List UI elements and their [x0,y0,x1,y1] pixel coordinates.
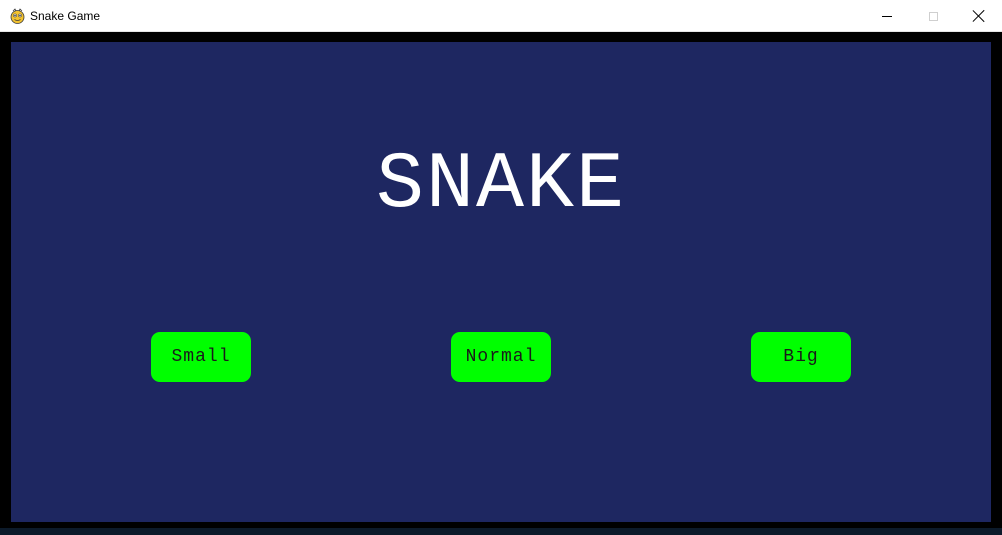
game-title: SNAKE [375,140,627,231]
minimize-button[interactable] [864,0,910,32]
background-window-strip [0,528,1002,535]
close-icon [973,10,985,22]
pygame-snake-icon [10,8,25,24]
game-canvas: SNAKE Small Normal Big [11,42,991,522]
minimize-icon [882,15,892,17]
maximize-icon [928,11,938,21]
title-bar[interactable]: Snake Game [0,0,1002,32]
app-window: Snake Game SNAKE Small Normal Big [0,0,1002,535]
window-title: Snake Game [30,9,101,23]
close-button[interactable] [956,0,1002,32]
big-size-button[interactable]: Big [751,332,851,382]
small-size-button[interactable]: Small [151,332,251,382]
maximize-button[interactable] [910,0,956,32]
normal-size-button[interactable]: Normal [451,332,551,382]
